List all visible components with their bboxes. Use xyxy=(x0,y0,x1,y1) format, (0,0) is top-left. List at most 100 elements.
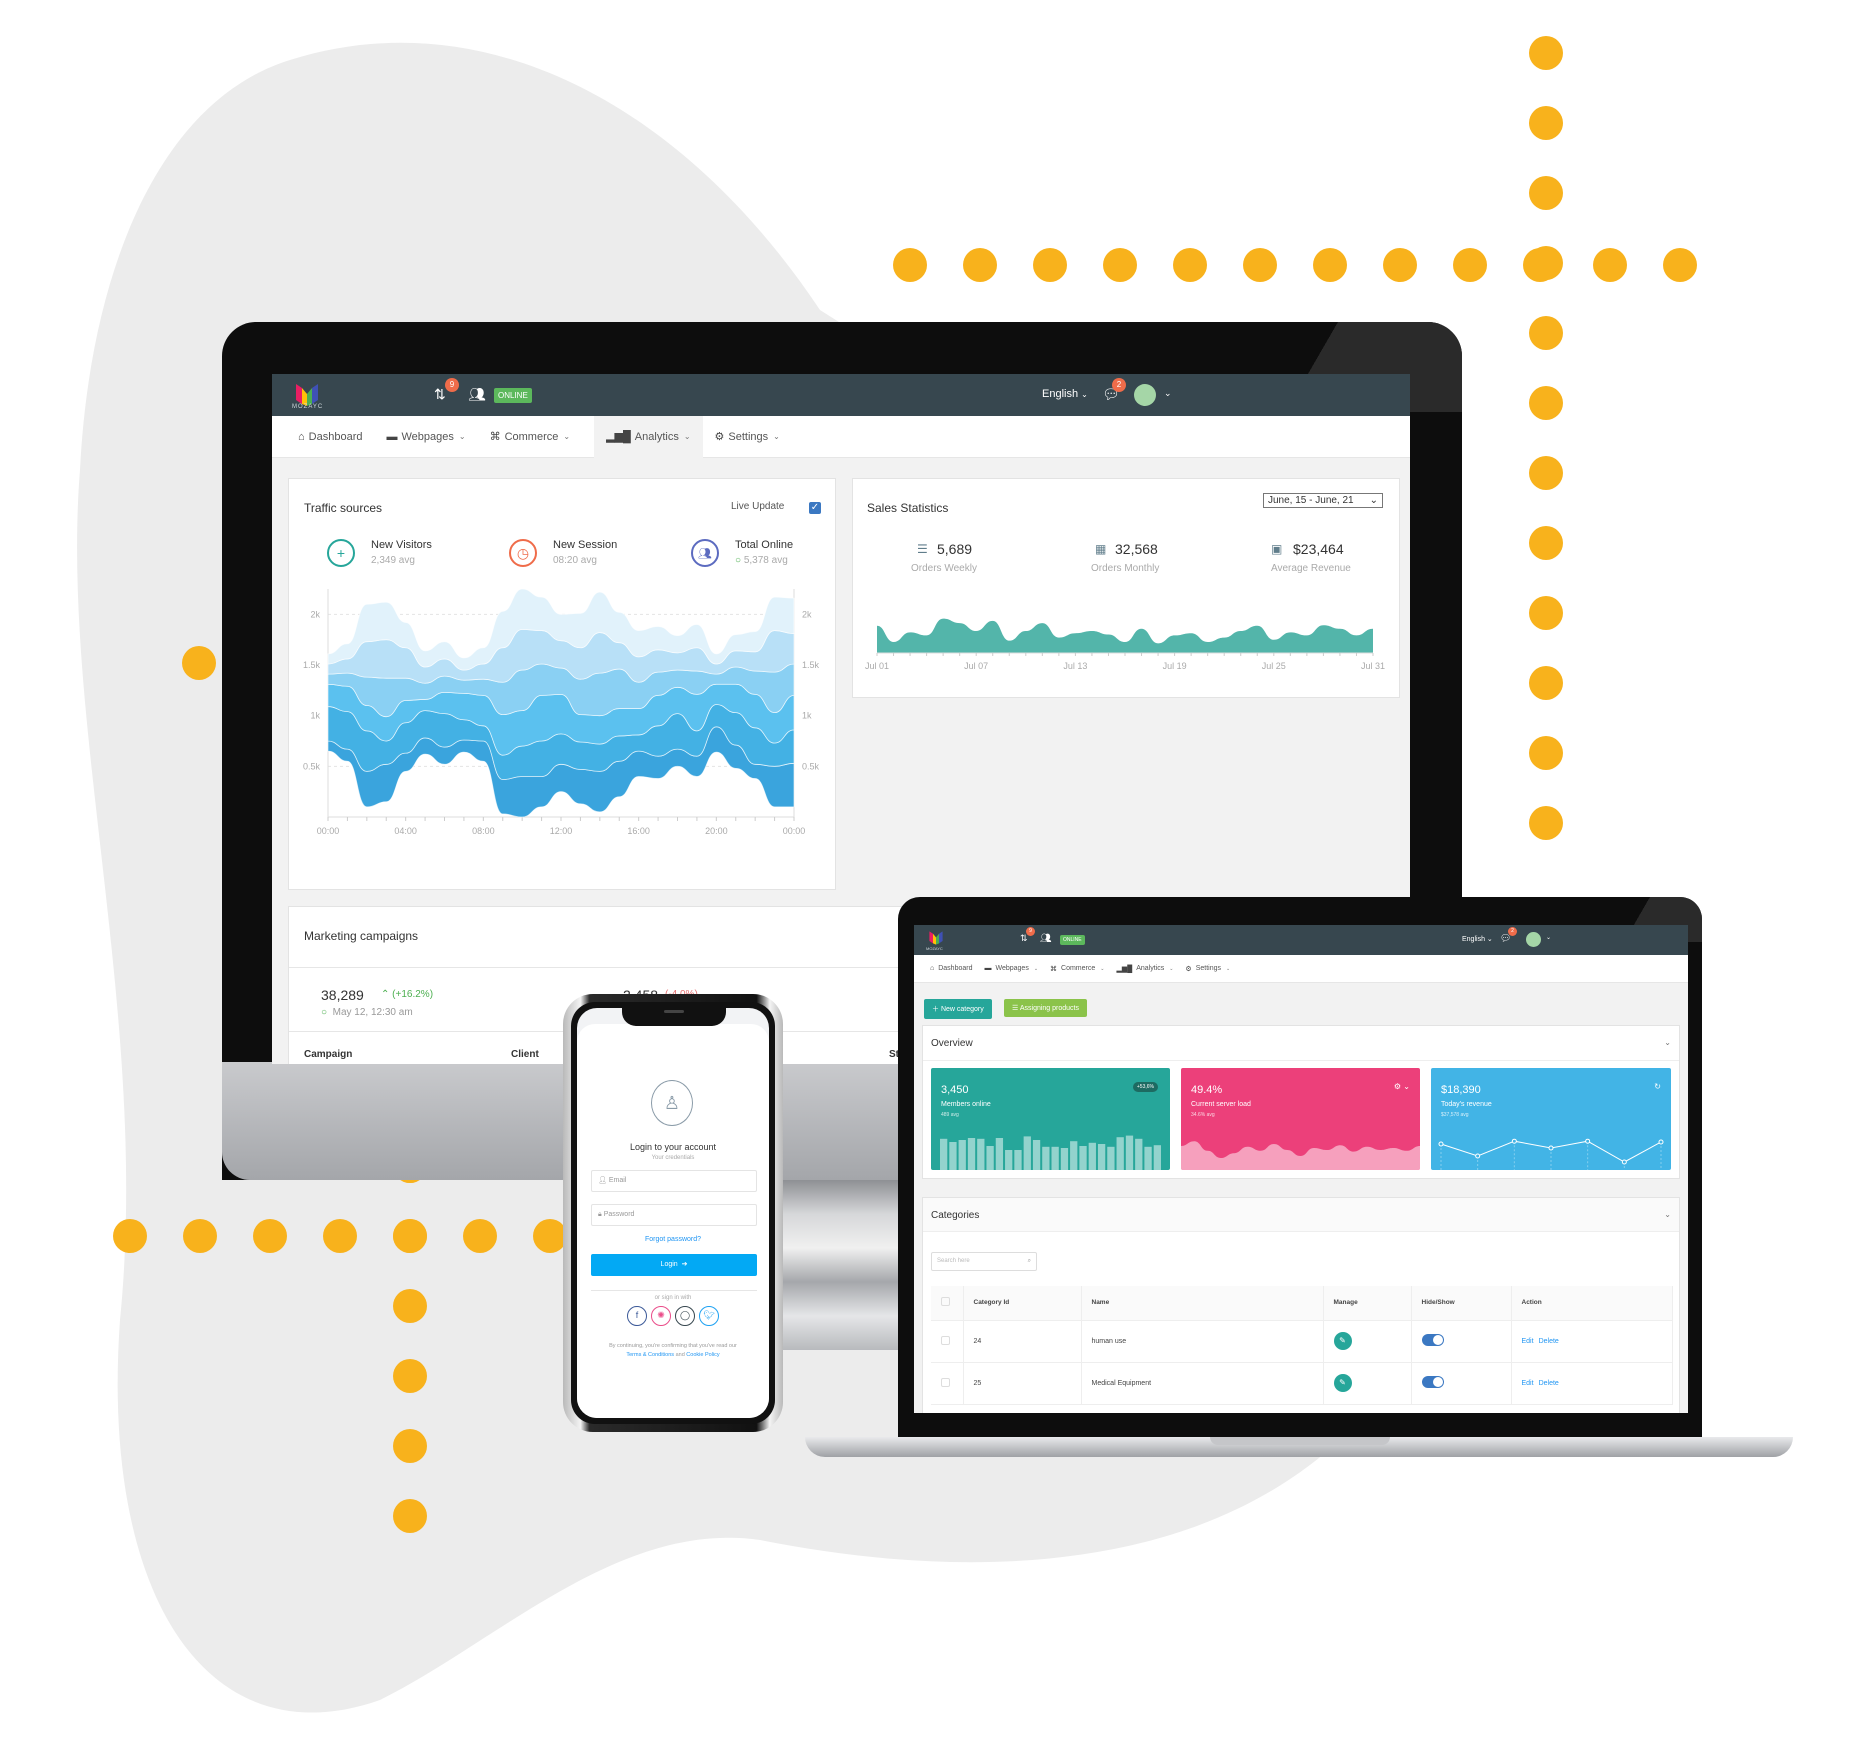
facebook-icon[interactable]: f xyxy=(627,1306,647,1326)
nav-webpages[interactable]: ▬ Webpages ⌄ xyxy=(386,416,477,458)
login-button[interactable]: Login ➔ xyxy=(591,1254,757,1276)
password-field[interactable]: 🔒︎ Password xyxy=(591,1204,757,1226)
revenue-line-chart xyxy=(1438,1138,1664,1170)
members-bar xyxy=(949,1142,957,1170)
nav-commerce[interactable]: ⌘ Commerce ⌄ xyxy=(1050,955,1110,983)
github-icon[interactable]: ◯ xyxy=(675,1306,695,1326)
nav-settings[interactable]: ⚙ Settings ⌄ xyxy=(1185,955,1236,983)
nav-commerce[interactable]: ⌘ Commerce ⌄ xyxy=(490,416,583,458)
list-icon: ☰ xyxy=(917,542,928,556)
collapse-chevron-icon[interactable]: ⌄ xyxy=(1664,1038,1671,1047)
chevron-down-icon[interactable]: ⌄ xyxy=(1546,934,1551,941)
server-load-value: 49.4% xyxy=(1191,1084,1223,1096)
column-header: Action xyxy=(1511,1286,1673,1321)
logo-text: MOZAYC xyxy=(292,404,324,410)
revenue-avg: $37,578 avg xyxy=(1441,1112,1469,1118)
decorative-dot xyxy=(1383,248,1417,282)
y-tick-label-right: 2k xyxy=(802,609,812,619)
edit-link[interactable]: Edit xyxy=(1522,1380,1534,1387)
plus-icon: + xyxy=(327,539,355,567)
forgot-password-link[interactable]: Forgot password? xyxy=(577,1236,769,1243)
sales-statistics-card: Sales Statistics June, 15 - June, 21 ⌄ ☰ … xyxy=(852,478,1400,698)
refresh-icon[interactable]: ↻ xyxy=(1654,1082,1661,1091)
users-icon[interactable]: 👥︎ xyxy=(468,386,486,403)
column-header: Manage xyxy=(1323,1286,1412,1321)
categories-table: Category Id Name Manage Hide/Show Action… xyxy=(931,1286,1673,1405)
select-all-checkbox[interactable] xyxy=(941,1297,950,1307)
assigning-products-button[interactable]: ☰ Assigning products xyxy=(1004,999,1087,1017)
server-load-area-chart xyxy=(1181,1141,1420,1170)
members-bar xyxy=(1097,1144,1106,1170)
top-bar: MOZAYC ⇅ 9 👥︎ ONLINE English ⌄ 💬︎ 2 ⌄ xyxy=(914,925,1688,955)
decorative-dot xyxy=(1529,106,1563,140)
git-pull-request-icon[interactable]: ⇅ xyxy=(434,386,446,403)
gear-icon[interactable]: ⚙ ⌄ xyxy=(1394,1082,1410,1091)
search-input[interactable]: Search here ⌕ xyxy=(931,1252,1037,1271)
stat-label: New Session xyxy=(553,539,618,551)
home-icon: ⌂ xyxy=(930,965,935,972)
members-bar xyxy=(1070,1141,1078,1170)
language-selector[interactable]: English ⌄ xyxy=(1042,388,1088,400)
decorative-dot xyxy=(963,248,997,282)
orders-weekly-label: Orders Weekly xyxy=(911,563,977,574)
edit-link[interactable]: Edit xyxy=(1522,1338,1534,1345)
members-bar xyxy=(1135,1138,1143,1170)
delete-link[interactable]: Delete xyxy=(1539,1338,1559,1345)
stat-label: Total Online xyxy=(735,539,794,551)
x-tick-label: Jul 13 xyxy=(1063,661,1087,671)
average-revenue-label: Average Revenue xyxy=(1271,563,1351,574)
column-header-campaign: Campaign xyxy=(304,1049,353,1060)
divider-text: or sign in with xyxy=(577,1286,769,1304)
stat-value: ○ 5,378 avg xyxy=(735,555,788,566)
user-reading-icon: ♙ xyxy=(651,1080,693,1126)
row-checkbox[interactable] xyxy=(941,1377,950,1387)
live-update-checkbox[interactable]: ✓ xyxy=(809,502,821,514)
decorative-dot xyxy=(1529,666,1563,700)
decorative-dot xyxy=(1173,248,1207,282)
visibility-toggle[interactable] xyxy=(1421,1376,1444,1388)
avatar[interactable] xyxy=(1526,932,1541,947)
edit-icon[interactable]: ✎ xyxy=(1333,1332,1352,1350)
members-bar xyxy=(1060,1148,1069,1170)
chevron-down-icon[interactable]: ⌄ xyxy=(1164,388,1172,399)
nav-dashboard[interactable]: ⌂ Dashboard xyxy=(930,955,978,983)
members-online-card: 3,450 Members online 489 avg +53,6% xyxy=(931,1068,1170,1170)
members-bar xyxy=(1116,1137,1124,1170)
cookie-policy-link[interactable]: Cookie Policy xyxy=(686,1352,719,1358)
visibility-toggle[interactable] xyxy=(1421,1334,1444,1346)
y-tick-label: 1.5k xyxy=(303,660,321,670)
members-bar xyxy=(1014,1150,1022,1170)
sign-in-arrow-icon: ➔ xyxy=(681,1261,688,1268)
collapse-chevron-icon[interactable]: ⌄ xyxy=(1664,1210,1671,1219)
revenue-card: $18,390 Today's revenue $37,578 avg ↻ xyxy=(1431,1068,1671,1170)
decorative-dot xyxy=(393,1359,427,1393)
login-subtitle: Your credentials xyxy=(651,1155,695,1161)
lock-icon: 🔒︎ xyxy=(598,1211,602,1218)
email-field[interactable]: 👤︎ Email xyxy=(591,1170,757,1192)
twitter-icon[interactable]: 🐦︎ xyxy=(699,1306,719,1326)
nav-webpages[interactable]: ▬ Webpages ⌄ xyxy=(984,955,1044,983)
login-card: ♙ Login to your account Your credentials… xyxy=(577,1024,769,1418)
language-selector[interactable]: English ⌄ xyxy=(1462,935,1493,943)
row-checkbox[interactable] xyxy=(941,1335,950,1345)
growth-badge: +53,6% xyxy=(1132,1082,1158,1092)
members-online-avg: 489 avg xyxy=(941,1112,959,1118)
server-load-avg: 34.6% avg xyxy=(1191,1112,1215,1118)
dribbble-icon[interactable]: ✺ xyxy=(651,1306,671,1326)
new-category-button[interactable]: ＋ New category xyxy=(924,999,992,1019)
nav-analytics[interactable]: ▂▆█ Analytics ⌄ xyxy=(594,415,703,458)
nav-settings[interactable]: ⚙ Settings ⌄ xyxy=(715,416,792,458)
nav-dashboard[interactable]: ⌂ Dashboard xyxy=(298,416,374,458)
edit-icon[interactable]: ✎ xyxy=(1333,1374,1352,1392)
nav-analytics[interactable]: ▂▆█ Analytics ⌄ xyxy=(1116,955,1179,983)
decorative-dot xyxy=(393,1499,427,1533)
date-range-select[interactable]: June, 15 - June, 21 ⌄ xyxy=(1263,493,1383,508)
campaign-stat-change: ⌃ (+16.2%) xyxy=(381,989,434,1000)
laptop-screen: MOZAYC ⇅ 9 👥︎ ONLINE English ⌄ 💬︎ 2 ⌄ ⌂ D… xyxy=(914,925,1688,1413)
category-id: 25 xyxy=(963,1362,1082,1405)
delete-link[interactable]: Delete xyxy=(1539,1380,1559,1387)
users-icon[interactable]: 👥︎ xyxy=(1040,933,1051,944)
terms-link[interactable]: Terms & Conditions xyxy=(626,1352,674,1358)
avatar[interactable] xyxy=(1134,384,1156,406)
search-icon: ⌕ xyxy=(1027,1258,1031,1264)
